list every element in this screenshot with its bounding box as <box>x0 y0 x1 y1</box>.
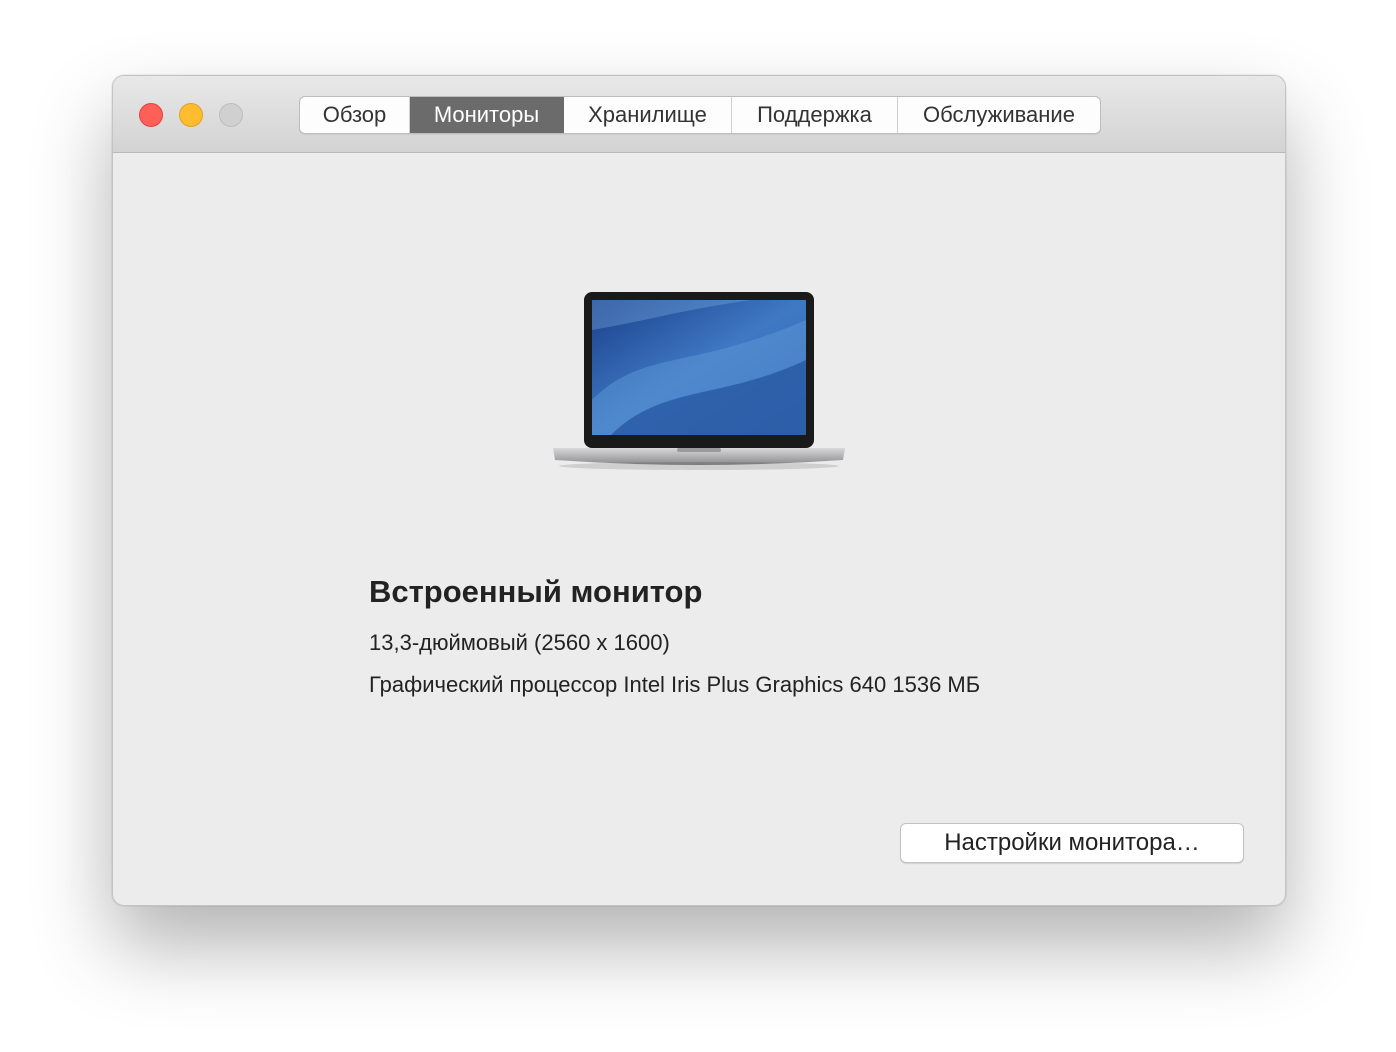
tab-overview[interactable]: Обзор <box>300 97 410 133</box>
zoom-window-button[interactable] <box>219 103 243 127</box>
tab-support[interactable]: Поддержка <box>732 97 898 133</box>
tab-service[interactable]: Обслуживание <box>898 97 1100 133</box>
tab-bar: Обзор Мониторы Хранилище Поддержка Обслу… <box>299 96 1101 134</box>
display-settings-button[interactable]: Настройки монитора… <box>900 823 1244 863</box>
about-this-mac-window: Обзор Мониторы Хранилище Поддержка Обслу… <box>112 75 1286 906</box>
tab-displays[interactable]: Мониторы <box>410 97 564 133</box>
titlebar: Обзор Мониторы Хранилище Поддержка Обслу… <box>113 76 1285 153</box>
macbook-laptop-icon <box>553 292 845 470</box>
display-name: Встроенный монитор <box>369 574 703 609</box>
close-window-button[interactable] <box>139 103 163 127</box>
tab-storage[interactable]: Хранилище <box>564 97 732 133</box>
minimize-window-button[interactable] <box>179 103 203 127</box>
display-size-resolution: 13,3-дюймовый (2560 x 1600) <box>369 630 670 655</box>
display-gpu: Графический процессор Intel Iris Plus Gr… <box>369 672 981 697</box>
